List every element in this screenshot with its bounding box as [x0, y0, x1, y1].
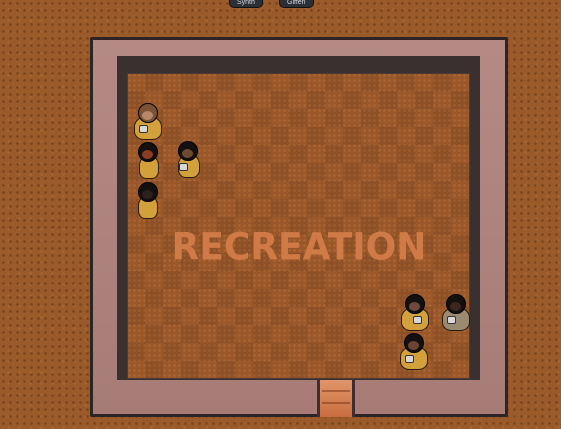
pawn[interactable]	[170, 141, 204, 178]
pawn-hand	[405, 355, 414, 363]
door[interactable]	[317, 380, 355, 417]
pawn-hand	[447, 316, 456, 324]
pawn-face	[409, 302, 420, 311]
pawn[interactable]	[130, 103, 164, 140]
pawn-hand	[139, 125, 148, 133]
pawn[interactable]	[130, 142, 164, 179]
pawn[interactable]	[397, 294, 431, 331]
pawn-face	[408, 341, 419, 350]
pawn-face	[142, 150, 153, 159]
pawn-hand	[413, 316, 422, 324]
room-label: RECREATION	[171, 225, 427, 270]
pawn[interactable]	[438, 294, 472, 331]
pawn-face	[142, 190, 153, 199]
pawn-face	[450, 302, 461, 311]
pawn[interactable]	[396, 333, 430, 370]
pawn-hand	[179, 163, 188, 171]
colonist-tag-synth[interactable]: Synth	[229, 0, 263, 8]
recreation-room[interactable]: RECREATION	[90, 37, 508, 417]
pawn-face	[142, 111, 153, 120]
pawn-face	[182, 149, 193, 158]
colonist-tag-giffen[interactable]: Giffen	[279, 0, 314, 8]
pawn[interactable]	[130, 182, 164, 219]
